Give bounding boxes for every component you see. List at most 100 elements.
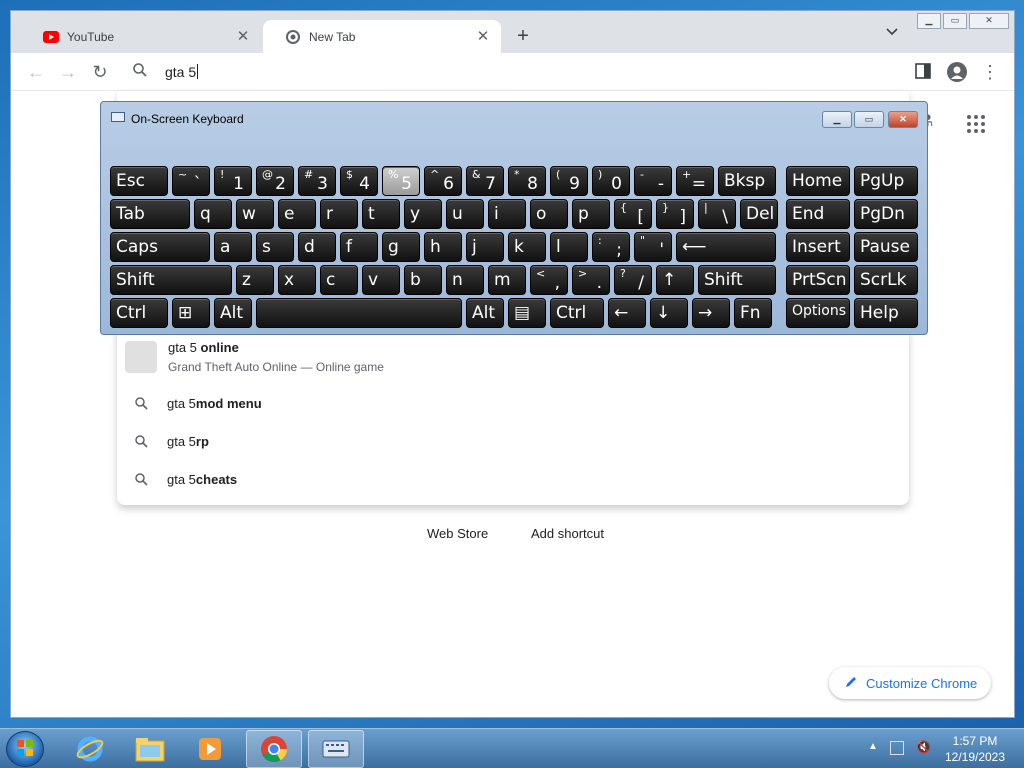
window-maximize-button[interactable]: ▭ [943,13,967,29]
osk-key[interactable]: c [320,265,358,295]
osk-key[interactable]: ScrLk [854,265,918,295]
osk-key[interactable]: Caps [110,232,210,262]
osk-key[interactable]: #3 [298,166,336,196]
osk-key[interactable]: Pause [854,232,918,262]
osk-key[interactable]: q [194,199,232,229]
shortcut-web-store[interactable]: Web Store [427,526,488,541]
osk-key[interactable]: d [298,232,336,262]
osk-key[interactable]: Bksp [718,166,776,196]
osk-key[interactable]: End [786,199,850,229]
osk-key[interactable]: " ' [634,232,672,262]
osk-key[interactable]: PrtScn [786,265,850,295]
tab-youtube[interactable]: YouTube ✕ [21,20,261,53]
osk-key[interactable]: g [382,232,420,262]
osk-key[interactable]: ⊞ [172,298,210,328]
osk-key[interactable]: Fn [734,298,772,328]
osk-key[interactable]: l [550,232,588,262]
osk-key[interactable]: a [214,232,252,262]
osk-key[interactable]: ↓ [650,298,688,328]
start-button[interactable] [6,731,44,767]
reload-icon[interactable]: ↻ [89,61,111,83]
back-arrow-icon[interactable]: ← [25,61,47,83]
osk-key[interactable]: -- [634,166,672,196]
osk-key[interactable]: * 8 [508,166,546,196]
osk-key[interactable]: Options [786,298,850,328]
tab-new-tab[interactable]: New Tab ✕ [263,20,501,53]
osk-key[interactable]: >. [572,265,610,295]
window-close-button[interactable]: ✕ [969,13,1009,29]
customize-chrome-button[interactable]: Customize Chrome [829,667,991,699]
osk-key[interactable]: Del [740,199,778,229]
window-minimize-button[interactable]: ▁ [917,13,941,29]
osk-key[interactable]: i [488,199,526,229]
osk-key[interactable]: PgDn [854,199,918,229]
osk-key[interactable]: r [320,199,358,229]
osk-key[interactable]: k [508,232,546,262]
osk-key[interactable]: ! 1 [214,166,252,196]
osk-key[interactable]: b [404,265,442,295]
close-icon[interactable]: ✕ [475,28,491,45]
osk-key[interactable]: Tab [110,199,190,229]
osk-key[interactable]: Shift [698,265,776,295]
osk-key[interactable]: s [256,232,294,262]
osk-title-bar[interactable]: On-Screen Keyboard ▁ ▭ ✕ [101,102,927,136]
osk-key[interactable]: t [362,199,400,229]
osk-key[interactable]: e [278,199,316,229]
osk-key[interactable]: :; [592,232,630,262]
osk-key[interactable]: Alt [214,298,252,328]
chrome-icon[interactable] [246,730,302,768]
osk-key[interactable]: ? / [614,265,652,295]
osk-maximize-button[interactable]: ▭ [854,111,884,128]
network-icon[interactable] [890,741,904,755]
osk-key[interactable]: (9 [550,166,588,196]
osk-key[interactable]: }] [656,199,694,229]
osk-key[interactable]: h [424,232,462,262]
osk-key[interactable]: Insert [786,232,850,262]
osk-key[interactable]: ← [608,298,646,328]
suggestion-rp[interactable]: gta 5 rp [117,429,909,453]
osk-key[interactable]: p [572,199,610,229]
osk-close-button[interactable]: ✕ [888,111,918,128]
suggestion-mod-menu[interactable]: gta 5 mod menu [117,391,909,415]
osk-key[interactable]: → [692,298,730,328]
shortcut-add[interactable]: Add shortcut [531,526,604,541]
system-clock[interactable]: 1:57 PM 12/19/2023 [940,733,1010,765]
suggestion-cheats[interactable]: gta 5 cheats [117,467,909,491]
file-explorer-icon[interactable] [122,730,178,768]
osk-key[interactable]: % 5 [382,166,420,196]
show-hidden-icons-icon[interactable]: ▲ [868,741,878,752]
osk-key[interactable]: z [236,265,274,295]
osk-key[interactable]: {[ [614,199,652,229]
forward-arrow-icon[interactable]: → [57,61,79,83]
chevron-down-icon[interactable] [886,25,906,39]
osk-key[interactable]: m [488,265,526,295]
osk-key[interactable]: ⟵ [676,232,776,262]
osk-key[interactable]: Home [786,166,850,196]
internet-explorer-icon[interactable] [62,730,118,768]
osk-key[interactable]: @2 [256,166,294,196]
osk-key[interactable]: y [404,199,442,229]
omnibox[interactable]: gta 5 [117,57,909,87]
osk-key[interactable]: w [236,199,274,229]
osk-key[interactable]: j [466,232,504,262]
on-screen-keyboard-icon[interactable] [308,730,364,768]
profile-avatar-icon[interactable] [947,62,967,82]
media-player-icon[interactable] [182,730,238,768]
osk-key[interactable]: Esc [110,166,168,196]
osk-key[interactable]: ) 0 [592,166,630,196]
osk-key[interactable]: Ctrl [550,298,604,328]
osk-key[interactable]: Shift [110,265,232,295]
close-icon[interactable]: ✕ [235,28,251,45]
osk-key[interactable]: ^ 6 [424,166,462,196]
osk-key[interactable]: Ctrl [110,298,168,328]
osk-key[interactable]: x [278,265,316,295]
kebab-menu-icon[interactable]: ⋮ [981,62,999,83]
osk-key[interactable]: + = [676,166,714,196]
osk-key[interactable]: v [362,265,400,295]
osk-key[interactable]: ↑ [656,265,694,295]
osk-key[interactable]: n [446,265,484,295]
osk-key[interactable]: ▤ [508,298,546,328]
osk-key[interactable]: u [446,199,484,229]
volume-muted-icon[interactable]: 🔇 [916,740,931,754]
osk-key[interactable]: $4 [340,166,378,196]
